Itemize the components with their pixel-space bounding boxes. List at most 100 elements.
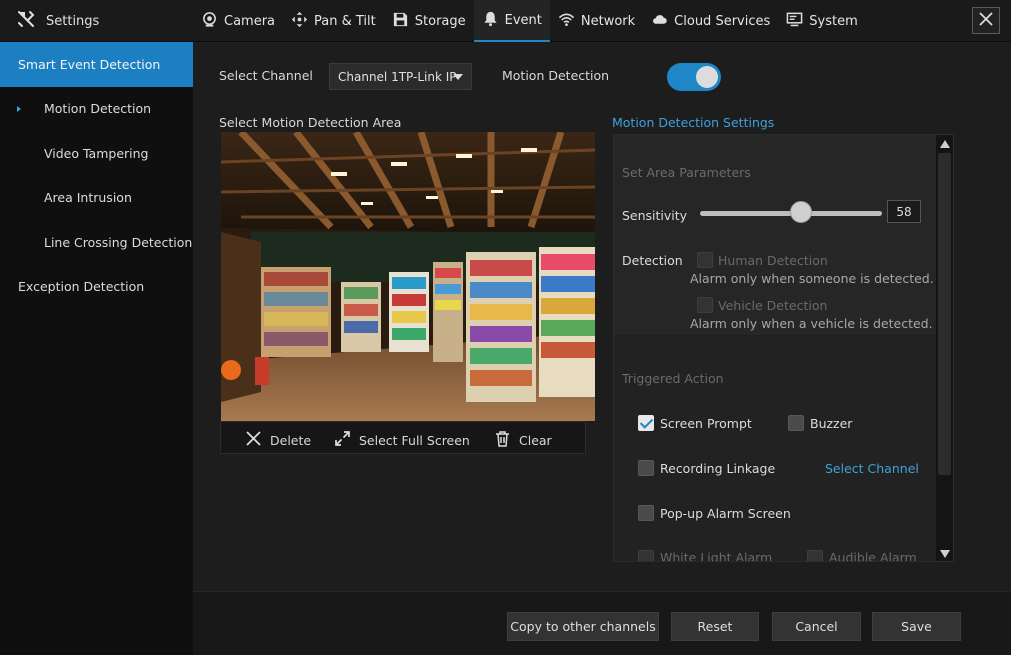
tab-network[interactable]: Network [550,0,643,42]
close-button[interactable] [972,7,1000,34]
area-params-heading: Set Area Parameters [622,165,751,180]
tab-label: Pan & Tilt [314,13,376,29]
channel-select[interactable]: Channel 1TP-Link IP [329,63,472,90]
tab-label: Camera [224,13,276,29]
expand-icon [334,430,351,450]
sidebar-item-line-crossing-detection[interactable]: Line Crossing Detection [0,220,193,265]
tools-icon [16,9,36,33]
channel-row: Select Channel Channel 1TP-Link IP Motio… [219,63,979,91]
storage-icon [392,11,409,32]
toggle-knob [696,66,718,88]
recording-linkage-label: Recording Linkage [660,461,776,476]
buzzer-checkbox[interactable] [788,415,804,431]
main-tabs: Camera Pan & Tilt Storage Event Network … [193,0,866,42]
buzzer-label: Buzzer [810,416,853,431]
sidebar-item-smart-event-detection[interactable]: Smart Event Detection [0,42,193,87]
wifi-icon [558,11,575,32]
human-detection-checkbox[interactable] [697,252,713,268]
tab-label: Network [580,13,636,29]
delete-button[interactable]: Delete [245,430,311,450]
reset-button[interactable]: Reset [671,612,759,641]
cancel-button[interactable]: Cancel [772,612,861,641]
sensitivity-label: Sensitivity [622,208,688,223]
white-light-alarm-checkbox[interactable] [638,550,654,561]
triggered-action-heading: Triggered Action [622,371,724,386]
tab-event[interactable]: Event [473,0,550,42]
human-detection-label: Human Detection [718,253,828,268]
scroll-up-icon[interactable] [940,140,950,148]
tab-storage[interactable]: Storage [384,0,474,42]
monitor-icon [786,11,803,32]
channel-select-value: Channel 1TP-Link IP [338,69,457,84]
close-icon [979,11,993,30]
select-full-screen-button[interactable]: Select Full Screen [334,430,470,450]
motion-detection-label: Motion Detection [502,68,610,83]
store-image [221,132,595,421]
sidebar-item-exception-detection[interactable]: Exception Detection [0,265,193,310]
area-title: Select Motion Detection Area [219,115,402,130]
settings-brand: Settings [16,0,99,42]
sidebar-item-label: Motion Detection [44,101,152,117]
vehicle-detection-help: Alarm only when a vehicle is detected. [690,316,933,331]
sidebar-item-label: Video Tampering [44,145,149,161]
settings-scrollbar[interactable] [936,135,953,561]
close-icon [245,430,262,450]
popup-alarm-checkbox[interactable] [638,505,654,521]
audible-alarm-checkbox[interactable] [807,550,823,561]
sensitivity-slider-handle[interactable] [790,201,812,223]
settings-panel: Set Area Parameters Sensitivity 58 Detec… [613,134,954,562]
clear-label: Clear [519,432,552,448]
footer-bar: Copy to other channels Reset Cancel Save [193,591,1011,655]
sidebar-item-video-tampering[interactable]: Video Tampering [0,131,193,176]
popup-alarm-label: Pop-up Alarm Screen [660,506,791,521]
human-detection-help: Alarm only when someone is detected. [690,271,934,286]
recording-linkage-checkbox[interactable] [638,460,654,476]
sidebar: Smart Event Detection Motion Detection V… [0,42,193,655]
tab-label: System [809,13,858,29]
screen-prompt-checkbox[interactable] [638,415,654,431]
audible-alarm-label: Audible Alarm [829,550,917,562]
chevron-down-icon [453,74,463,80]
tab-cloud-services[interactable]: Cloud Services [643,0,778,42]
current-indicator-icon [17,105,21,112]
detection-label: Detection [622,253,683,268]
delete-label: Delete [270,432,312,448]
cloud-icon [651,11,668,32]
camera-icon [201,11,218,32]
pan-tilt-icon [291,11,308,32]
tab-system[interactable]: System [778,0,865,42]
sensitivity-value[interactable]: 58 [887,200,921,223]
sidebar-item-label: Smart Event Detection [18,56,161,72]
clear-button[interactable]: Clear [494,430,552,450]
sidebar-item-label: Exception Detection [18,279,145,295]
vehicle-detection-label: Vehicle Detection [718,298,828,313]
area-parameters-section: Set Area Parameters Sensitivity 58 Detec… [614,135,937,335]
top-bar: Settings Camera Pan & Tilt Storage Event… [0,0,1011,42]
scrollbar-thumb[interactable] [938,153,951,475]
tab-camera[interactable]: Camera [193,0,283,42]
tab-label: Event [504,12,542,28]
sidebar-item-area-intrusion[interactable]: Area Intrusion [0,176,193,221]
scroll-down-icon[interactable] [940,550,950,558]
sidebar-item-label: Area Intrusion [44,190,132,206]
bell-icon [482,10,499,31]
main-content: Select Channel Channel 1TP-Link IP Motio… [193,42,1011,655]
vehicle-detection-checkbox[interactable] [697,297,713,313]
white-light-alarm-label: White Light Alarm [660,550,773,562]
area-toolbar: Delete Select Full Screen Clear [220,421,586,454]
screen-prompt-label: Screen Prompt [660,416,752,431]
select-channel-link[interactable]: Select Channel [825,461,919,476]
full-screen-label: Select Full Screen [359,432,470,448]
settings-title: Motion Detection Settings [612,115,775,130]
tab-pan-tilt[interactable]: Pan & Tilt [283,0,384,42]
sidebar-item-label: Line Crossing Detection [44,234,193,250]
copy-to-other-channels-button[interactable]: Copy to other channels [507,612,659,641]
camera-preview[interactable] [221,132,595,421]
sidebar-item-motion-detection[interactable]: Motion Detection [0,87,193,132]
triggered-action-section: Triggered Action Screen Prompt Buzzer Re… [614,337,937,562]
tab-label: Storage [414,13,466,29]
motion-detection-toggle[interactable] [667,63,721,91]
settings-title: Settings [46,13,100,29]
trash-icon [494,430,511,450]
save-button[interactable]: Save [872,612,961,641]
